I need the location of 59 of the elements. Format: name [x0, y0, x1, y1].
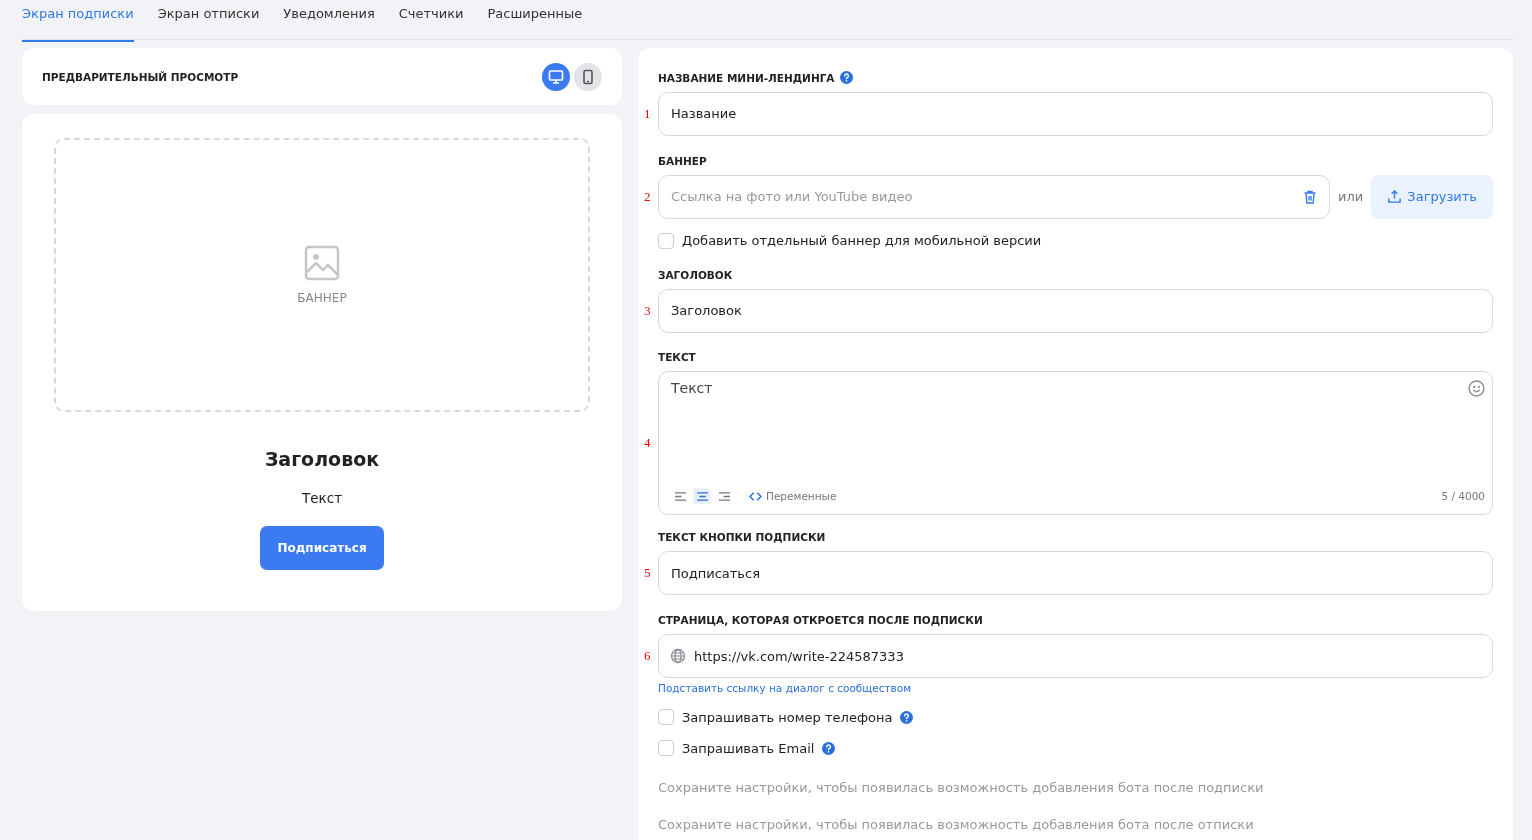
upload-icon: [1387, 189, 1403, 205]
monitor-icon: [548, 68, 564, 85]
field-label: ТЕКСТ КНОПКИ ПОДПИСКИ: [658, 531, 826, 544]
checkbox[interactable]: [658, 709, 674, 726]
variables-button[interactable]: Переменные: [749, 490, 837, 503]
upload-button[interactable]: Загрузить: [1371, 174, 1493, 219]
banner-url-field[interactable]: Ссылка на фото или YouTube видео: [658, 174, 1331, 219]
banner-label: БАННЕР: [297, 291, 347, 305]
text-field[interactable]: Подписаться: [658, 551, 1493, 596]
tab[interactable]: Расширенные: [487, 0, 583, 42]
desktop-button[interactable]: [542, 62, 570, 91]
checkbox-label: Добавить отдельный баннер для мобильной версии: [682, 233, 1042, 249]
annotation-number: 1: [644, 105, 652, 122]
tab[interactable]: Экран отписки: [157, 0, 260, 42]
field-label: НАЗВАНИЕ МИНИ-ЛЕНДИНГА: [658, 71, 835, 84]
trash-icon[interactable]: [1302, 188, 1319, 205]
text-field[interactable]: Название: [658, 91, 1493, 136]
align-right-icon: [717, 490, 731, 502]
align-left-icon: [673, 490, 687, 502]
text-value: Текст: [671, 380, 713, 398]
field-label: ТЕКСТ: [658, 351, 696, 364]
image-icon: [304, 245, 340, 281]
annotation-number: 5: [644, 565, 652, 582]
mobile-button[interactable]: [574, 62, 602, 91]
annotation-number: 3: [644, 302, 652, 319]
help-icon[interactable]: [900, 710, 914, 724]
tab[interactable]: Счетчики: [398, 0, 464, 42]
annotation-number: 2: [644, 188, 652, 205]
tab[interactable]: Экран подписки: [22, 0, 134, 42]
checkbox[interactable]: [658, 232, 674, 249]
insert-link[interactable]: Подставить ссылку на диалог с сообществом: [644, 682, 912, 695]
annotation-number: 6: [644, 648, 652, 665]
checkbox-label: Запрашивать Email: [682, 740, 815, 756]
annotation-number: 4: [644, 435, 652, 452]
preview-title: ПРЕДВАРИТЕЛЬНЫЙ ПРОСМОТР: [42, 70, 239, 83]
hint-text: Сохраните настройки, чтобы появилась возможность добавления бота после подписки: [657, 779, 1265, 795]
hint-text: Сохраните настройки, чтобы появилась возможность добавления бота после отписки: [657, 816, 1255, 832]
field-label: СТРАНИЦА, КОТОРАЯ ОТКРОЕТСЯ ПОСЛЕ ПОДПИСКИ: [658, 614, 983, 627]
character-counter: 5 / 4000: [1441, 490, 1485, 503]
code-brackets-icon: [749, 490, 762, 502]
subscribe-button[interactable]: Подписаться: [260, 526, 384, 570]
text-field[interactable]: Заголовок: [658, 288, 1493, 333]
align-center-button[interactable]: [693, 488, 711, 505]
text-area[interactable]: Текст Переменные 5 / 4000: [658, 371, 1493, 516]
url-field[interactable]: https://vk.com/write-224587333: [658, 634, 1493, 679]
field-label: БАННЕР: [658, 154, 707, 167]
globe-icon: [670, 648, 686, 665]
checkbox-label: Запрашивать номер телефона: [682, 709, 893, 725]
help-icon[interactable]: [822, 741, 836, 755]
or-text: или: [1338, 189, 1364, 205]
preview-heading: Заголовок: [264, 448, 380, 470]
tab[interactable]: Уведомления: [283, 0, 375, 42]
smiley-icon[interactable]: [1468, 380, 1485, 398]
preview-text: Текст: [302, 490, 342, 506]
phone-icon: [580, 68, 596, 85]
checkbox[interactable]: [658, 740, 674, 757]
align-center-icon: [695, 490, 709, 502]
field-label: ЗАГОЛОВОК: [658, 268, 733, 281]
help-icon[interactable]: [839, 71, 853, 85]
